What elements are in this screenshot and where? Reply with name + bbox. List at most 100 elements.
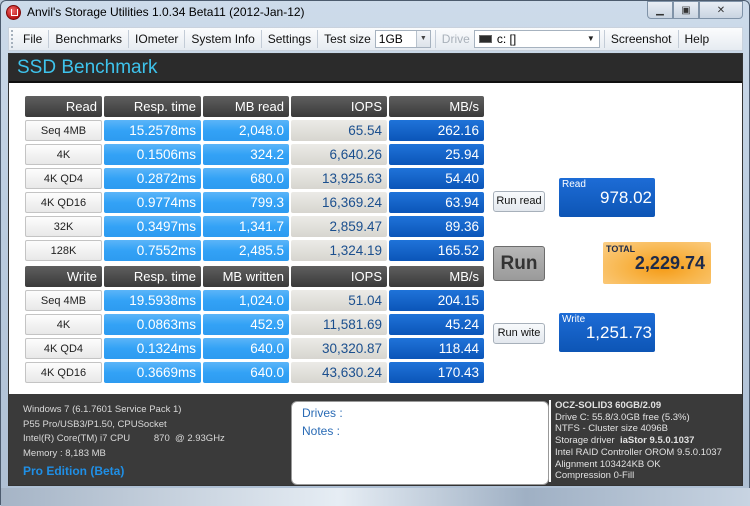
- os-info: Windows 7 (6.1.7601 Service Pack 1): [23, 404, 182, 415]
- test-button[interactable]: 4K QD16: [25, 192, 102, 213]
- total-score: TOTAL 2,229.74: [603, 242, 711, 284]
- drive-free: Drive C: 55.8/3.0GB free (5.3%): [555, 411, 690, 423]
- column-header-test-label: Write: [25, 266, 102, 287]
- drive-fs: NTFS - Cluster size 4096B: [555, 423, 668, 435]
- column-header-mb-amount: MB read: [203, 96, 289, 117]
- result-mbps: 118.44: [389, 338, 484, 359]
- result-iops: 1,324.19: [291, 240, 387, 261]
- run-read-button[interactable]: Run read: [493, 191, 545, 212]
- minimize-button[interactable]: ▁: [647, 1, 673, 19]
- result-iops: 16,369.24: [291, 192, 387, 213]
- menu-screenshot[interactable]: Screenshot: [603, 30, 679, 48]
- result-resp-time: 0.3497ms: [104, 216, 201, 237]
- drive-label: Drive: [434, 30, 474, 48]
- menu-help[interactable]: Help: [679, 30, 716, 48]
- board-info: P55 Pro/USB3/P1.50, CPUSocket: [23, 418, 167, 430]
- result-resp-time: 0.0863ms: [104, 314, 201, 335]
- drives-label: Drives :: [302, 406, 343, 420]
- result-resp-time: 0.1506ms: [104, 144, 201, 165]
- menu-iometer[interactable]: IOmeter: [129, 30, 186, 48]
- result-mbps: 89.36: [389, 216, 484, 237]
- run-write-button[interactable]: Run wite: [493, 323, 545, 344]
- column-header-iops: IOPS: [291, 266, 387, 287]
- raid-orom: Intel RAID Controller OROM 9.5.0.1037: [555, 446, 722, 458]
- result-mb-amount: 324.2: [203, 144, 289, 165]
- result-iops: 11,581.69: [291, 314, 387, 335]
- close-button[interactable]: ✕: [699, 1, 743, 19]
- result-iops: 6,640.26: [291, 144, 387, 165]
- test-button[interactable]: Seq 4MB: [25, 120, 102, 141]
- test-button[interactable]: 128K: [25, 240, 102, 261]
- write-score-value: 1,251.73: [585, 323, 652, 342]
- result-resp-time: 0.1324ms: [104, 338, 201, 359]
- result-mb-amount: 680.0: [203, 168, 289, 189]
- read-score-label: Read: [562, 179, 586, 190]
- write-score-label: Write: [562, 314, 586, 325]
- chevron-down-icon[interactable]: ▼: [587, 31, 595, 47]
- result-mbps: 45.24: [389, 314, 484, 335]
- test-button[interactable]: 4K QD4: [25, 338, 102, 359]
- edition-label: Pro Edition (Beta): [23, 464, 125, 478]
- read-score-value: 978.02: [600, 188, 652, 207]
- result-iops: 65.54: [291, 120, 387, 141]
- result-resp-time: 15.2578ms: [104, 120, 201, 141]
- test-button[interactable]: 4K QD4: [25, 168, 102, 189]
- drive-info: OCZ-SOLID3 60GB/2.09 Drive C: 55.8/3.0GB…: [549, 400, 722, 482]
- result-resp-time: 0.2872ms: [104, 168, 201, 189]
- test-button[interactable]: 4K: [25, 314, 102, 335]
- drive-value: c: []: [496, 32, 517, 46]
- menu-settings[interactable]: Settings: [262, 30, 319, 48]
- test-button[interactable]: 32K: [25, 216, 102, 237]
- benchmark-panel: SSD Benchmark Read Resp. time MB read IOPS M…: [8, 53, 743, 486]
- result-resp-time: 0.9774ms: [104, 192, 201, 213]
- storage-driver-value: iaStor 9.5.0.1037: [619, 435, 695, 447]
- result-mb-amount: 640.0: [203, 338, 289, 359]
- menu-benchmarks[interactable]: Benchmarks: [49, 30, 130, 48]
- result-mb-amount: 2,485.5: [203, 240, 289, 261]
- drive-select[interactable]: c: [] ▼: [473, 30, 600, 48]
- run-button[interactable]: Run: [493, 246, 545, 281]
- storage-driver: Storage driver iaStor 9.5.0.1037: [555, 435, 722, 447]
- system-info: Windows 7 (6.1.7601 Service Pack 1) P55 …: [23, 403, 225, 479]
- column-header-test-label: Read: [25, 96, 102, 117]
- result-mbps: 165.52: [389, 240, 484, 261]
- info-footer: Windows 7 (6.1.7601 Service Pack 1) P55 …: [9, 394, 742, 485]
- read-score: Read 978.02: [559, 178, 655, 217]
- test-button[interactable]: 4K: [25, 144, 102, 165]
- panel-header: SSD Benchmark: [9, 54, 742, 83]
- result-iops: 2,859.47: [291, 216, 387, 237]
- result-mb-amount: 452.9: [203, 314, 289, 335]
- close-icon: ✕: [716, 4, 726, 16]
- result-mb-amount: 2,048.0: [203, 120, 289, 141]
- result-mb-amount: 1,024.0: [203, 290, 289, 311]
- result-mbps: 63.94: [389, 192, 484, 213]
- compression: Compression 0-Fill: [555, 470, 635, 482]
- test-size-select[interactable]: 1GB ▼: [374, 30, 431, 48]
- column-header-resp-time: Resp. time: [104, 96, 201, 117]
- result-resp-time: 0.7552ms: [104, 240, 201, 261]
- maximize-button[interactable]: ▣: [673, 1, 699, 19]
- result-mbps: 262.16: [389, 120, 484, 141]
- drive-icon: [478, 35, 492, 43]
- write-score: Write 1,251.73: [559, 313, 655, 352]
- memory-info: Memory : 8,183 MB: [23, 447, 106, 459]
- result-mb-amount: 640.0: [203, 362, 289, 383]
- column-header-resp-time: Resp. time: [104, 266, 201, 287]
- test-button[interactable]: 4K QD16: [25, 362, 102, 383]
- title-bar: Anvil's Storage Utilities 1.0.34 Beta11 …: [1, 1, 749, 25]
- menu-bar: File Benchmarks IOmeter System Info Sett…: [8, 27, 743, 51]
- menu-file[interactable]: File: [17, 30, 50, 48]
- chevron-down-icon[interactable]: ▼: [415, 31, 430, 47]
- test-button[interactable]: Seq 4MB: [25, 290, 102, 311]
- result-mbps: 170.43: [389, 362, 484, 383]
- total-score-label: TOTAL: [606, 244, 636, 254]
- column-header-mb-amount: MB written: [203, 266, 289, 287]
- menu-system-info[interactable]: System Info: [185, 30, 262, 48]
- column-header-mbps: MB/s: [389, 266, 484, 287]
- result-resp-time: 0.3669ms: [104, 362, 201, 383]
- minimize-icon: ▁: [656, 4, 664, 16]
- test-size-label: Test size: [324, 32, 371, 46]
- test-size-value: 1GB: [378, 32, 403, 46]
- notes-box[interactable]: Drives : Notes :: [291, 401, 549, 485]
- result-mbps: 204.15: [389, 290, 484, 311]
